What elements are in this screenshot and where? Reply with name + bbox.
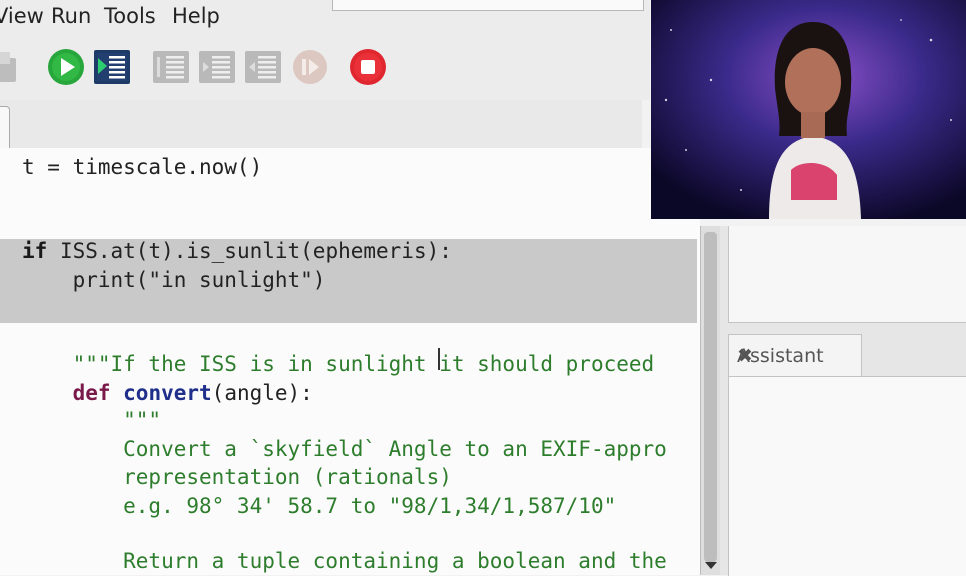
title-field xyxy=(332,0,644,11)
stop-icon[interactable] xyxy=(349,48,387,86)
step-into-icon[interactable] xyxy=(198,48,236,86)
assistant-panel xyxy=(728,376,966,576)
docstring-line: e.g. 98° 34' 58.7 to "98/1,34/1,587/10" xyxy=(22,494,617,518)
save-icon[interactable] xyxy=(0,48,24,86)
docstring-line: """ xyxy=(22,408,162,432)
function-name: convert xyxy=(110,381,212,405)
step-out-icon[interactable] xyxy=(244,48,282,86)
debug-icon[interactable] xyxy=(93,48,131,86)
variables-panel xyxy=(728,226,966,323)
docstring-line: """If the ISS is in sunlight it should p… xyxy=(22,352,655,376)
code-line: if ISS.at(t).is_sunlit(ephemeris): xyxy=(22,239,452,263)
menu-view[interactable]: View xyxy=(0,4,44,28)
code-text: (angle): xyxy=(211,381,313,405)
keyword-def: def xyxy=(22,381,111,405)
keyword-if: if xyxy=(22,239,48,263)
docstring-line: representation (rationals) xyxy=(22,465,452,489)
editor-tab[interactable] xyxy=(0,106,10,149)
scrollbar-thumb[interactable] xyxy=(704,232,717,562)
tab-assistant[interactable]: Assistant ✖ xyxy=(728,334,862,377)
menu-tools[interactable]: Tools xyxy=(104,4,156,28)
close-icon[interactable]: ✖ xyxy=(737,345,753,367)
toolbar xyxy=(0,34,650,100)
menu-help[interactable]: Help xyxy=(172,4,220,28)
step-over-icon[interactable] xyxy=(152,48,190,86)
text-cursor xyxy=(438,348,440,370)
editor-vertical-scrollbar[interactable] xyxy=(700,226,721,575)
webcam-overlay xyxy=(651,0,966,219)
scroll-down-arrow-icon[interactable] xyxy=(705,562,717,569)
editor-tab-strip xyxy=(0,100,642,149)
resume-icon[interactable] xyxy=(291,48,329,86)
code-text: ISS.at(t).is_sunlit(ephemeris): xyxy=(47,239,452,263)
code-line: print("in sunlight") xyxy=(22,268,326,292)
code-line: def convert(angle): xyxy=(22,381,313,405)
right-pane: Assistant ✖ xyxy=(720,226,966,576)
menu-run[interactable]: Run xyxy=(51,4,91,28)
code-editor[interactable]: t = timescale.now() if ISS.at(t).is_sunl… xyxy=(0,148,700,575)
code-line: t = timescale.now() xyxy=(22,155,263,179)
docstring-line: Return a tuple containing a boolean and … xyxy=(22,549,667,573)
run-icon[interactable] xyxy=(47,48,85,86)
docstring-line: Convert a `skyfield` Angle to an EXIF-ap… xyxy=(22,437,667,461)
